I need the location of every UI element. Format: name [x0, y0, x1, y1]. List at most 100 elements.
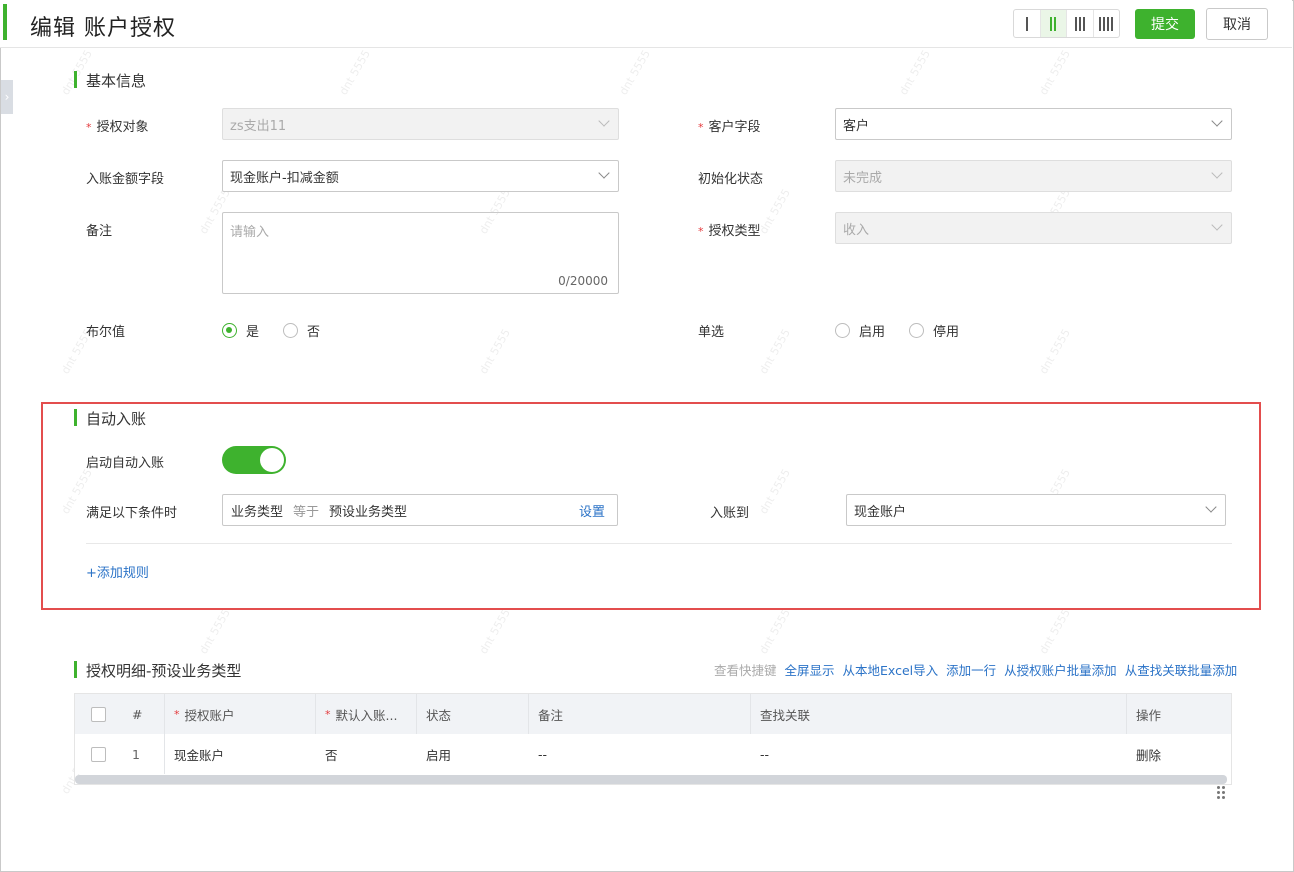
chevron-down-icon [1205, 501, 1217, 513]
title-accent-bar [3, 4, 7, 40]
remark-textarea[interactable]: 请输入 0/20000 [222, 212, 619, 294]
column-divider [750, 694, 751, 734]
layout-1-column-button[interactable] [1014, 10, 1041, 37]
four-column-icon [1099, 16, 1114, 31]
customer-field-label: * 客户字段 [698, 120, 761, 135]
sidebar-expand-handle[interactable]: › [1, 80, 13, 114]
layout-2-column-button[interactable] [1040, 10, 1067, 37]
layout-4-column-button[interactable] [1094, 10, 1120, 37]
table-header: # * 授权账户 * 默认入账... 状态 备注 查找关联 操作 [75, 694, 1231, 734]
page-title: 编辑 账户授权 [30, 16, 176, 41]
chevron-down-icon [598, 115, 610, 127]
column-divider [315, 694, 316, 734]
layout-3-column-button[interactable] [1067, 10, 1094, 37]
checkbox-box [91, 706, 106, 722]
checkbox-box [91, 746, 106, 762]
radio-yes-label[interactable]: 是 [246, 321, 259, 340]
three-column-icon [1074, 16, 1085, 31]
table-row: 1 现金账户 否 启用 -- -- 删除 [75, 734, 1231, 799]
drag-handle-icon[interactable] [1217, 786, 1225, 799]
batch-add-lookup-link[interactable]: 从查找关联批量添加 [1125, 660, 1238, 679]
amount-field-select[interactable]: 现金账户-扣减金额 [222, 160, 619, 192]
row-default[interactable]: 否 [325, 734, 338, 774]
row-remark[interactable]: -- [538, 734, 547, 774]
row-index: 1 [132, 746, 140, 762]
radio-enable[interactable] [835, 323, 850, 338]
column-index: # [132, 706, 143, 722]
column-account: * 授权账户 [174, 707, 235, 723]
customer-field-select[interactable]: 客户 [835, 108, 1232, 140]
init-status-select[interactable]: 未完成 [835, 160, 1232, 192]
condition-set-link[interactable]: 设置 [579, 501, 605, 520]
radio-no[interactable] [283, 323, 299, 338]
condition-label: 满足以下条件时 [86, 506, 178, 521]
remark-placeholder: 请输入 [230, 225, 270, 240]
column-remark: 备注 [538, 707, 564, 723]
cancel-button[interactable]: 取消 [1206, 8, 1268, 40]
row-status[interactable]: 启用 [426, 734, 451, 774]
detail-action-bar: 查看快捷键 全屏显示 从本地Excel导入 添加一行 从授权账户批量添加 从查找… [714, 660, 1237, 679]
fullscreen-link[interactable]: 全屏显示 [785, 660, 835, 679]
detail-table: # * 授权账户 * 默认入账... 状态 备注 查找关联 操作 1 现金账户 否 … [74, 693, 1232, 799]
single-select-label: 单选 [698, 325, 725, 340]
required-mark: * [86, 121, 92, 134]
row-checkbox[interactable] [91, 734, 106, 774]
layout-column-switcher [1013, 9, 1120, 38]
auth-object-select[interactable]: zs支出11 [222, 108, 619, 140]
chevron-down-icon [1211, 167, 1223, 179]
condition-value: 预设业务类型 [329, 504, 408, 520]
two-column-icon [1050, 16, 1057, 31]
auto-enable-label: 启动自动入账 [86, 456, 165, 471]
column-divider [416, 694, 417, 734]
chevron-down-icon [1211, 219, 1223, 231]
shortcut-keys-link[interactable]: 查看快捷键 [714, 660, 777, 679]
column-lookup: 查找关联 [760, 707, 811, 723]
single-select-radio-group: 启用 停用 [835, 321, 983, 340]
row-lookup[interactable]: -- [760, 734, 769, 774]
remark-char-counter: 0/20000 [558, 274, 608, 288]
section-title-auto: 自动入账 [74, 408, 146, 429]
radio-yes[interactable] [222, 323, 237, 338]
condition-box: 业务类型 等于 预设业务类型 设置 [222, 494, 618, 526]
auth-object-label: * 授权对象 [86, 120, 149, 135]
add-row-link[interactable]: 添加一行 [946, 660, 996, 679]
horizontal-scrollbar[interactable] [75, 775, 1227, 784]
excel-import-link[interactable]: 从本地Excel导入 [843, 660, 939, 679]
chevron-right-icon: › [4, 90, 10, 104]
target-label: 入账到 [710, 506, 750, 521]
target-account-select[interactable]: 现金账户 [846, 494, 1226, 526]
condition-operator: 等于 [293, 504, 320, 520]
radio-no-label[interactable]: 否 [307, 321, 320, 340]
radio-enable-label[interactable]: 启用 [859, 321, 885, 340]
section-title-detail: 授权明细-预设业务类型 [74, 660, 241, 681]
section-title-basic: 基本信息 [74, 70, 146, 91]
bool-radio-group: 是 否 [222, 321, 344, 340]
auth-type-select[interactable]: 收入 [835, 212, 1232, 244]
chevron-down-icon [1211, 115, 1223, 127]
add-rule-link[interactable]: +添加规则 [86, 562, 149, 581]
required-mark: * [698, 225, 704, 238]
column-default: * 默认入账... [325, 707, 398, 723]
batch-add-accounts-link[interactable]: 从授权账户批量添加 [1004, 660, 1117, 679]
init-status-label: 初始化状态 [698, 172, 764, 187]
bool-field-label: 布尔值 [86, 325, 126, 340]
row-account[interactable]: 现金账户 [174, 734, 224, 774]
required-mark: * [698, 121, 704, 134]
page-header: 编辑 账户授权 提交 取消 [0, 0, 1292, 48]
column-status: 状态 [426, 707, 452, 723]
column-divider [164, 694, 165, 734]
row-delete-link[interactable]: 删除 [1136, 734, 1161, 774]
column-divider [164, 734, 165, 774]
radio-disable-label[interactable]: 停用 [933, 321, 959, 340]
select-all-checkbox[interactable] [91, 694, 106, 734]
auth-type-label: * 授权类型 [698, 224, 761, 239]
required-mark: * [325, 707, 331, 721]
auto-enable-switch[interactable] [222, 446, 286, 474]
submit-button[interactable]: 提交 [1135, 9, 1195, 39]
divider [86, 543, 1232, 544]
radio-disable[interactable] [909, 323, 925, 338]
chevron-down-icon [598, 167, 610, 179]
column-action: 操作 [1136, 707, 1162, 723]
one-column-icon [1025, 16, 1028, 31]
column-divider [1126, 694, 1127, 734]
